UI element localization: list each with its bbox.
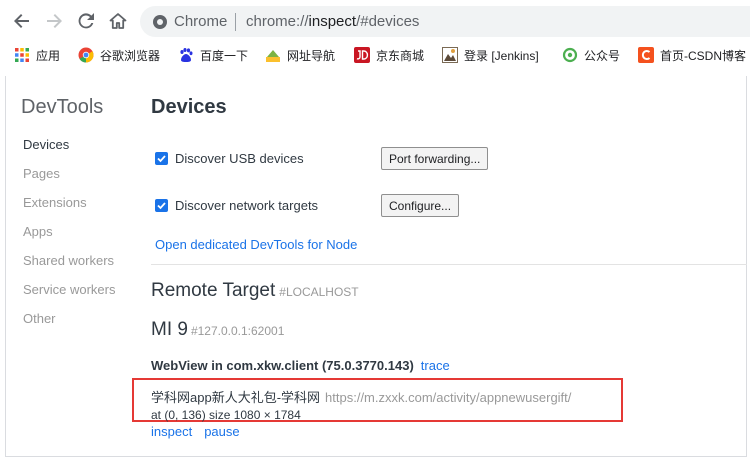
sidebar-item-other[interactable]: Other [23, 311, 56, 326]
browser-row: WebView in com.xkw.client (75.0.3770.143… [151, 358, 450, 373]
bookmark-chrome[interactable]: 谷歌浏览器 [78, 46, 160, 64]
bookmark-label: 公众号 [584, 48, 621, 63]
page-entry: 学科网app新人大礼包-学科网 https://m.zxxk.com/activi… [151, 387, 621, 422]
sidebar-item-extensions[interactable]: Extensions [23, 195, 87, 210]
discover-usb-checkbox[interactable] [155, 152, 168, 165]
url-text[interactable]: chrome://inspect/#devices [246, 13, 419, 30]
reload-icon [78, 13, 94, 29]
arrow-left-icon [14, 14, 29, 28]
bookmark-2345[interactable]: 网址导航 [265, 46, 335, 64]
discover-network-row: Discover network targets [155, 198, 318, 213]
sidebar-item-apps[interactable]: Apps [23, 224, 53, 239]
jenkins-icon [442, 47, 458, 63]
section-divider [151, 264, 747, 265]
device-header: MI 9 #127.0.0.1:62001 [151, 319, 284, 341]
baidu-paw-icon [180, 48, 193, 62]
bookmark-label: 谷歌浏览器 [100, 48, 161, 63]
reload-button[interactable] [74, 9, 98, 33]
inspect-link[interactable]: inspect [151, 424, 192, 439]
bookmark-label: 百度一下 [200, 48, 249, 63]
sidebar-item-devices[interactable]: Devices [23, 137, 69, 152]
browser-name: WebView in com.xkw.client (75.0.3770.143… [151, 358, 414, 373]
url-path: /#devices [356, 13, 420, 30]
page-entry-geometry: at (0, 136) size 1080 × 1784 [151, 408, 301, 422]
discover-usb-row: Discover USB devices [155, 151, 304, 166]
configure-button[interactable]: Configure... [381, 194, 460, 217]
address-bar[interactable]: Chrome chrome://inspect/#devices [140, 6, 750, 37]
pause-link[interactable]: pause [204, 424, 239, 439]
bookmark-csdn[interactable]: 首页-CSDN博客 [638, 46, 746, 64]
device-name: MI 9 [151, 319, 188, 340]
sidebar-item-pages[interactable]: Pages [23, 166, 60, 181]
url-host: inspect [308, 13, 357, 30]
bookmark-apps[interactable]: 应用 [14, 46, 60, 64]
page-entry-title-row: 学科网app新人大礼包-学科网 https://m.zxxk.com/activi… [151, 387, 621, 406]
wechat-icon [562, 47, 578, 63]
forward-button[interactable] [42, 9, 66, 33]
remote-target-host: #LOCALHOST [279, 285, 359, 299]
bookmark-jd[interactable]: 京东商城 [354, 46, 424, 64]
sidebar-item-service-workers[interactable]: Service workers [23, 282, 115, 297]
home-button[interactable] [106, 9, 130, 33]
apps-grid-icon [15, 48, 29, 62]
bookmark-wechat[interactable]: 公众号 [562, 46, 620, 64]
port-forwarding-button[interactable]: Port forwarding... [381, 147, 489, 170]
app-title: DevTools [21, 96, 104, 118]
page-actions: inspect pause [151, 424, 252, 439]
device-serial: #127.0.0.1:62001 [190, 324, 285, 338]
chrome-logo-icon [78, 47, 94, 63]
browser-toolbar: Chrome chrome://inspect/#devices [0, 0, 752, 42]
open-node-devtools-link[interactable]: Open dedicated DevTools for Node [155, 237, 357, 252]
page-entry-title: 学科网app新人大礼包-学科网 [151, 390, 321, 405]
bookmark-jenkins[interactable]: 登录 [Jenkins] [442, 46, 539, 64]
back-button[interactable] [10, 9, 34, 33]
arrow-right-icon [47, 14, 62, 28]
bookmark-label: 京东商城 [376, 48, 425, 63]
page-entry-url: https://m.zxxk.com/activity/appnewusergi… [325, 390, 572, 405]
discover-network-label: Discover network targets [175, 198, 319, 213]
sidebar-item-shared-workers[interactable]: Shared workers [23, 253, 114, 268]
section-title: Devices [151, 96, 227, 118]
remote-target-title: Remote Target #LOCALHOST [151, 280, 359, 302]
discover-network-checkbox[interactable] [155, 199, 168, 212]
nav-2345-icon [266, 50, 280, 62]
bookmark-label: 登录 [Jenkins] [464, 48, 539, 63]
checkmark-icon [157, 202, 166, 210]
url-prefix: chrome:// [246, 13, 309, 30]
address-divider [235, 13, 236, 31]
site-label: Chrome [174, 13, 228, 30]
jd-logo-icon [354, 47, 370, 63]
trace-link[interactable]: trace [421, 358, 450, 373]
home-icon [109, 13, 127, 29]
site-info-icon[interactable] [152, 14, 168, 35]
bookmark-label: 首页-CSDN博客 [660, 48, 746, 63]
checkmark-icon [157, 155, 166, 163]
bookmark-label: 网址导航 [287, 48, 336, 63]
csdn-icon [638, 47, 654, 63]
bookmark-label: 应用 [36, 48, 61, 63]
remote-target-label: Remote Target [151, 280, 276, 301]
discover-usb-label: Discover USB devices [175, 151, 304, 166]
bookmark-baidu[interactable]: 百度一下 [178, 46, 248, 64]
inspect-page: DevTools Devices Pages Extensions Apps S… [5, 76, 747, 457]
bookmarks-bar: 应用 谷歌浏览器 百度一下 网址导航 京东商城 登录 [Jenkins] 公众号… [0, 42, 752, 68]
